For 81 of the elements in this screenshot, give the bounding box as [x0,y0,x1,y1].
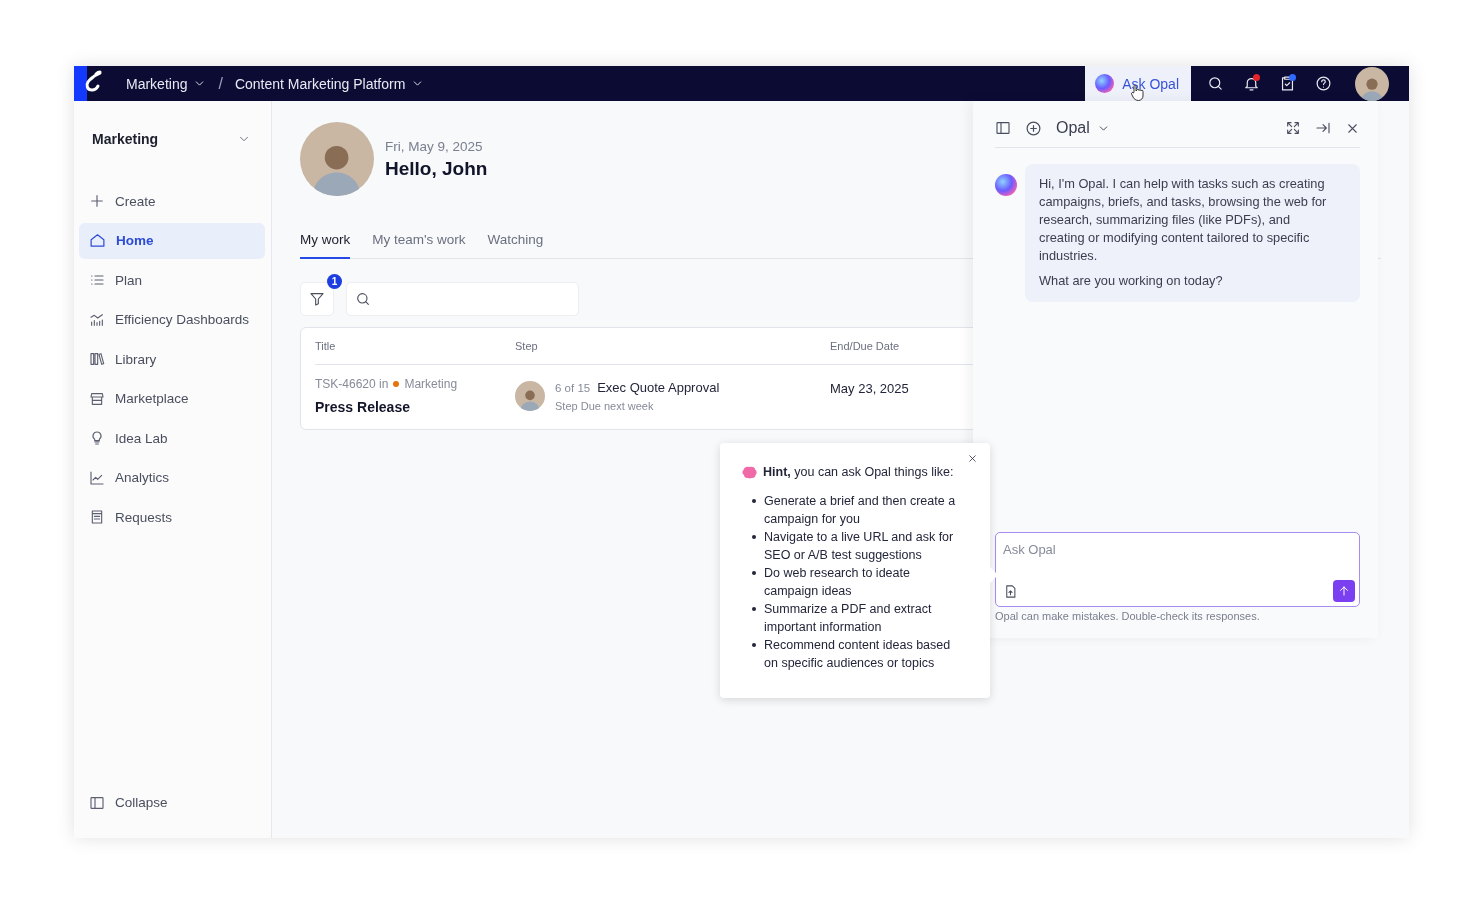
lightbulb-icon [89,430,105,446]
bell-icon [1242,75,1260,92]
help-icon [1314,75,1332,92]
filter-count-badge: 1 [327,274,342,289]
project-name: Marketing [404,377,458,391]
store-icon [89,390,105,407]
avatar [515,381,545,411]
sidebar-item[interactable]: Plan [79,262,265,298]
search-icon [355,291,371,307]
chart-icon [89,311,105,328]
brain-icon [742,465,757,479]
collapse-panel-button[interactable] [1315,120,1331,136]
collapse-button[interactable]: Collapse [79,784,265,821]
hint-text: Hint, you can ask Opal things like: [763,465,954,479]
sidebar-item[interactable]: Home [79,222,265,259]
step-count: 6 of 15 [555,382,591,394]
bullet-icon [752,499,756,503]
step-name: Exec Quote Approval [597,380,720,395]
due-date: May 23, 2025 [830,380,910,398]
sidebar-item[interactable]: Efficiency Dashboards [79,301,265,338]
hint-item: Recommend content ideas based on specific audiences or topics [764,637,952,672]
breadcrumb-dropdown[interactable]: Content Marketing Platform [234,75,425,92]
column-header: Step [515,340,538,352]
hint-item: Do web research to ideate campaign ideas [764,565,911,600]
filter-icon [309,291,325,307]
search-icon [1206,75,1224,92]
chat-input-field[interactable]: Ask Opal [1003,542,1355,557]
line-chart-icon [89,469,105,486]
bullet-icon [752,535,756,539]
hint-item: Summarize a PDF and extract important information [764,601,933,636]
document-icon [89,509,105,525]
close-button[interactable] [967,453,978,464]
sidebar-toggle-button[interactable] [995,120,1011,136]
sidebar-item[interactable]: Library [79,341,265,377]
plus-icon [89,193,105,209]
attach-file-icon [1003,583,1018,599]
greeting-title: Hello, John [385,157,488,180]
breadcrumb-separator: / [218,74,223,93]
sidebar-item[interactable]: Analytics [79,459,265,496]
ask-opal-button[interactable]: Ask Opal [1085,66,1191,101]
breadcrumb-dropdown[interactable]: Marketing [126,75,207,92]
sidebar-item[interactable]: Idea Lab [79,420,265,456]
list-icon [89,272,105,288]
bullet-icon [752,643,756,647]
hint-item: Navigate to a live URL and ask for SEO or A/B test suggestions [764,529,955,564]
tab[interactable]: My work [300,232,351,259]
expand-icon [1285,120,1301,136]
sidebar-item[interactable]: Marketplace [79,380,265,417]
bullet-icon [752,607,756,611]
arrow-up-icon [1337,584,1351,598]
orb-icon [1095,74,1115,93]
assistant-dropdown[interactable]: Opal [1056,119,1110,137]
arrow-to-right-icon [1315,120,1331,136]
assistant-message: Hi, I'm Opal. I can help with tasks such as creating campaigns, briefs, and tasks, browsing the web for research, summarizing files (like PDFs), and creating or modifying content tailored to specific industries. What are you working on today? [1025,164,1360,302]
filter-button[interactable] [300,282,334,316]
disclaimer-text: Opal can make mistakes. Double-check its responses. [995,610,1261,622]
column-header: End/Due Date [830,340,900,352]
plus-circle-icon [1025,119,1042,137]
bullet-icon [752,571,756,575]
new-chat-button[interactable] [1025,119,1042,137]
books-icon [89,351,105,367]
sidebar-icon [995,120,1011,136]
close-icon [967,453,978,464]
assistant-orb-icon [995,174,1017,196]
sidebar-item[interactable]: Requests [79,499,265,535]
send-button[interactable] [1333,580,1355,602]
sidebar-icon [89,794,105,811]
sidebar-item[interactable]: Create [79,183,265,219]
user-avatar[interactable] [1355,66,1389,101]
expand-button[interactable] [1285,120,1301,136]
task-title[interactable]: Press Release [315,399,515,415]
column-header: Title [315,340,336,352]
tab[interactable]: Watching [487,232,544,259]
hint-item: Generate a brief and then create a campaign for you [764,493,957,528]
workspace-title: Marketing [92,131,159,147]
task-id: TSK-46620 in [315,377,389,391]
tab[interactable]: My team's work [372,232,466,259]
search-field[interactable] [346,282,579,316]
home-icon [89,232,106,249]
step-due: Step Due next week [555,400,655,412]
date-text: Fri, May 9, 2025 [385,138,484,154]
